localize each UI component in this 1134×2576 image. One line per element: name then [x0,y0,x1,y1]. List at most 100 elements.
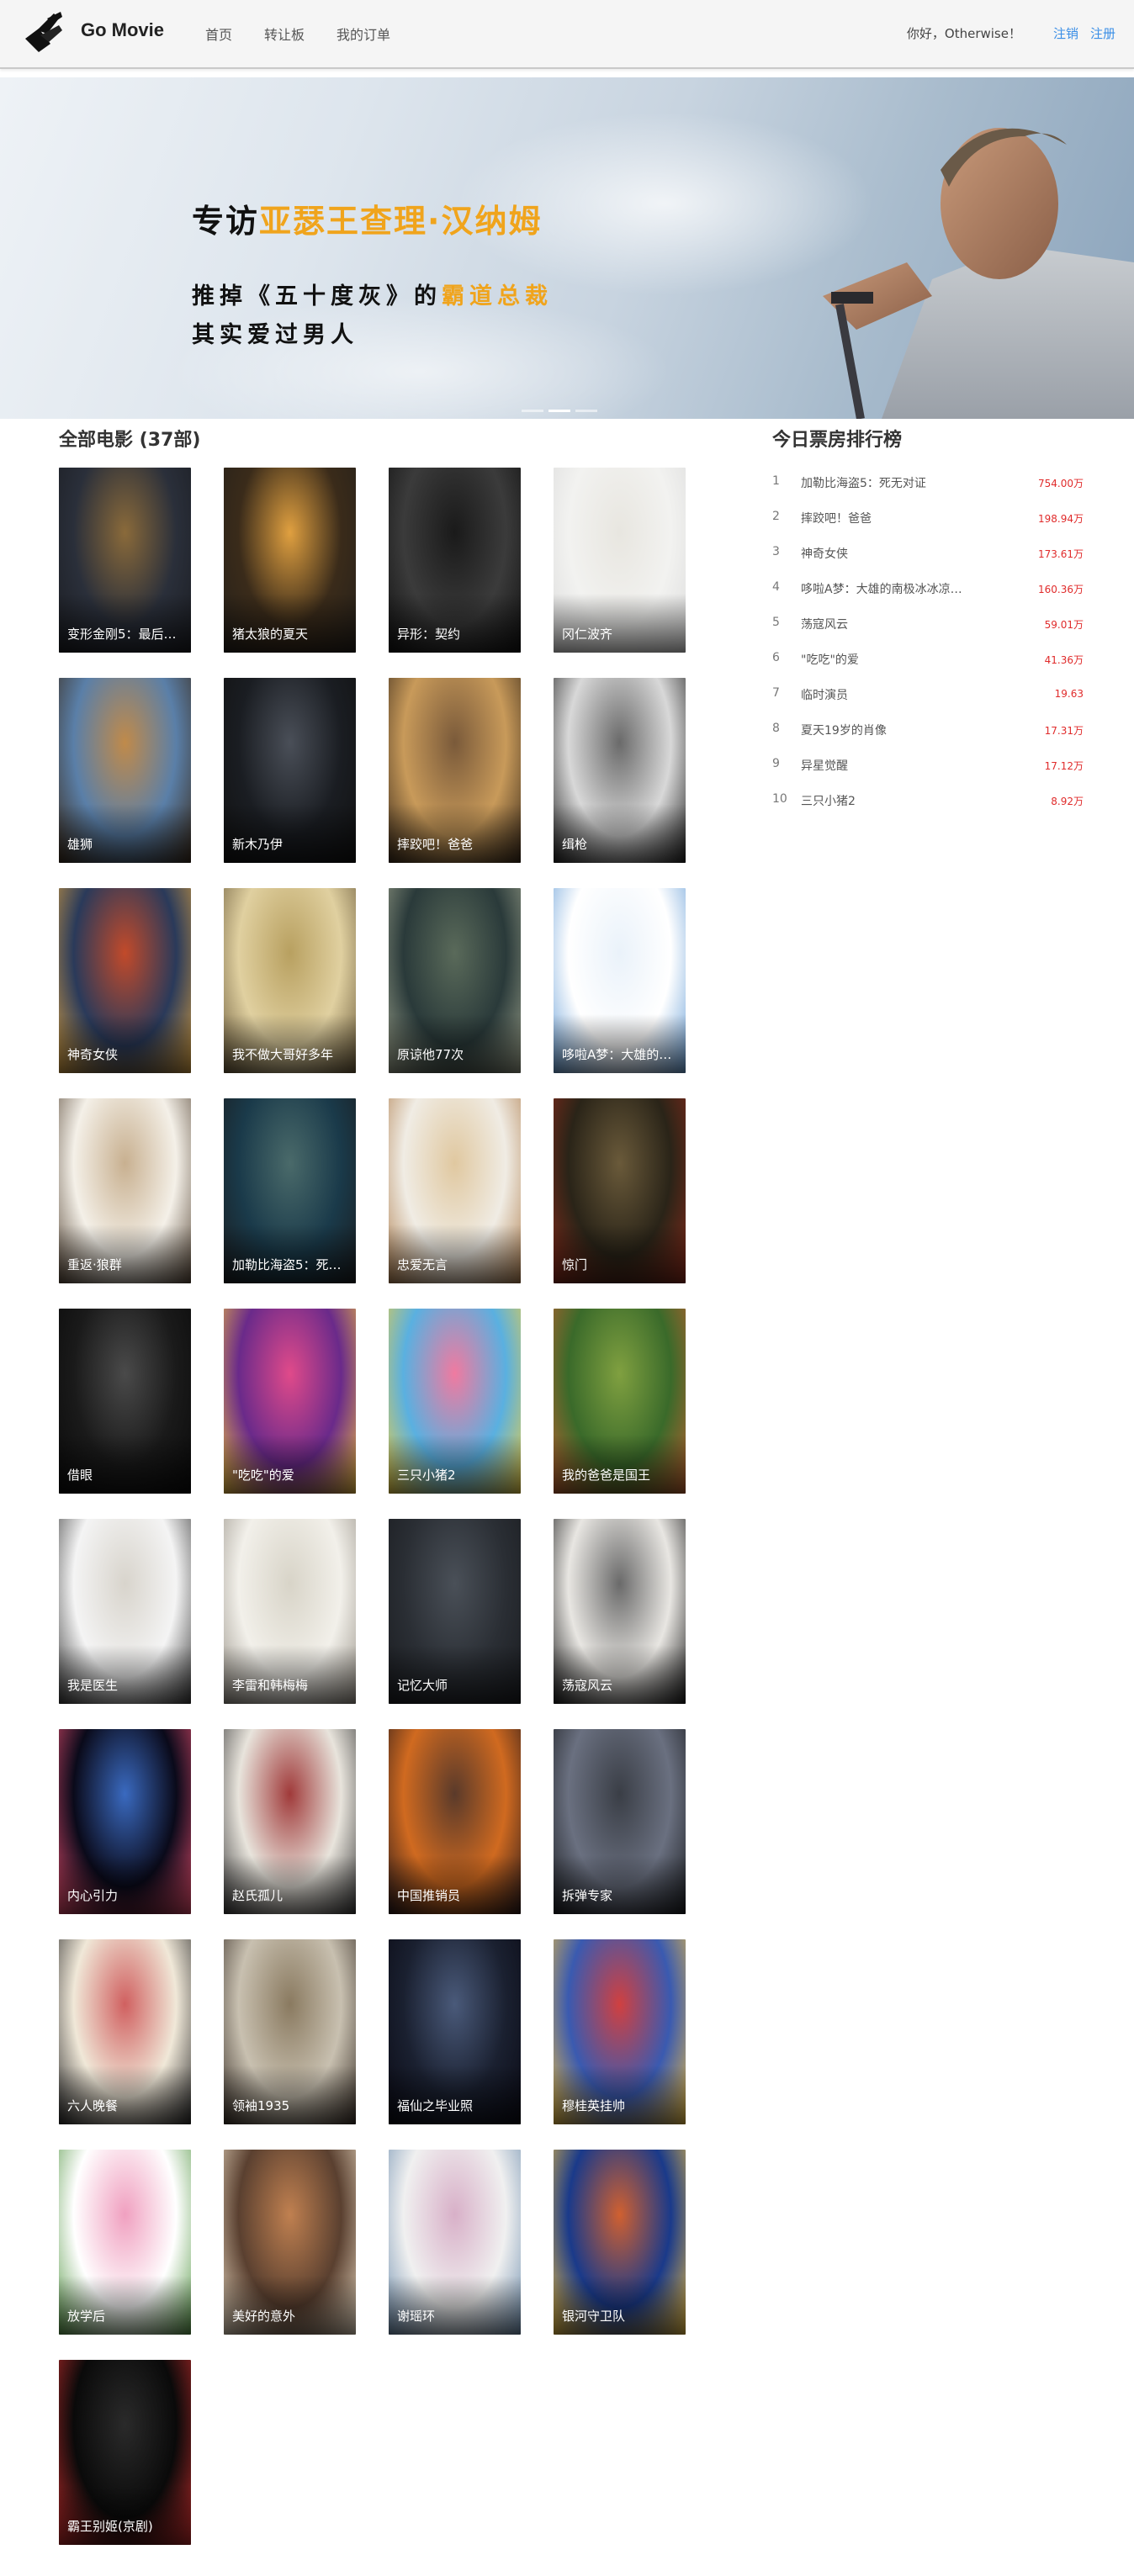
movie-card[interactable]: 霸王别姬(京剧) [59,2360,191,2545]
box-office-value: 41.36万 [1044,654,1084,666]
movie-card[interactable]: 摔跤吧！爸爸 [389,678,521,863]
movie-card[interactable]: 李雷和韩梅梅 [224,1519,356,1704]
movie-card[interactable]: 雄狮 [59,678,191,863]
ranking-row[interactable]: 4 哆啦A梦：大雄的南极冰冰凉大冒险 160.36万 [772,574,1084,609]
carousel-dot[interactable] [522,410,543,412]
movie-card[interactable]: 借眼 [59,1309,191,1494]
rank-number: 1 [772,474,780,488]
movie-card[interactable]: 谢瑶环 [389,2150,521,2335]
nav-home[interactable]: 首页 [205,24,232,44]
box-office-value: 160.36万 [1038,584,1084,595]
movie-card[interactable]: 重返·狼群 [59,1098,191,1283]
ranking-row[interactable]: 9 异星觉醒 17.12万 [772,750,1084,785]
ranking-row[interactable]: 6 "吃吃"的爱 41.36万 [772,644,1084,680]
movie-card[interactable]: 三只小猪2 [389,1309,521,1494]
movie-card[interactable]: 加勒比海盗5：死无对证 [224,1098,356,1283]
nav-transfer-board[interactable]: 转让板 [264,24,305,44]
poster-overlay [224,1014,356,1073]
movie-card[interactable]: 原谅他77次 [389,888,521,1073]
poster-overlay [59,1225,191,1283]
movie-title: 福仙之毕业照 [397,2098,474,2113]
ranking-row[interactable]: 7 临时演员 19.63 [772,680,1084,715]
movie-card[interactable]: 拆弹专家 [554,1729,686,1914]
movie-card[interactable]: 六人晚餐 [59,1939,191,2124]
movie-card[interactable]: 荡寇风云 [554,1519,686,1704]
movie-title: 美好的意外 [232,2309,296,2324]
logout-link[interactable]: 注销 [1053,24,1078,42]
nav-my-orders[interactable]: 我的订单 [336,24,390,44]
movie-card[interactable]: 我不做大哥好多年 [224,888,356,1073]
movie-card[interactable]: 新木乃伊 [224,678,356,863]
poster-overlay [389,1225,521,1283]
movie-title: 摔跤吧！爸爸 [397,837,474,852]
ranking-movie-name[interactable]: 荡寇风云 [801,616,969,632]
movie-card[interactable]: 记忆大师 [389,1519,521,1704]
movie-card[interactable]: 领袖1935 [224,1939,356,2124]
movie-title: 雄狮 [67,837,93,852]
ranking-movie-name[interactable]: 临时演员 [801,686,969,703]
ranking-movie-name[interactable]: 夏天19岁的肖像 [801,722,969,738]
poster-overlay [554,594,686,653]
poster-overlay [554,2066,686,2124]
movie-card[interactable]: 异形：契约 [389,468,521,653]
box-office-value: 59.01万 [1044,619,1084,631]
movie-title: 忠爱无言 [397,1257,448,1272]
ranking-movie-name[interactable]: "吃吃"的爱 [801,651,969,668]
banner-headline: 专访亚瑟王查理·汉纳姆 [192,203,543,240]
poster-overlay [59,2276,191,2335]
movie-card[interactable]: 冈仁波齐 [554,468,686,653]
register-link[interactable]: 注册 [1090,24,1115,42]
movie-card[interactable]: 我是医生 [59,1519,191,1704]
movie-card[interactable]: 中国推销员 [389,1729,521,1914]
ranking-row[interactable]: 3 神奇女侠 173.61万 [772,538,1084,574]
movie-card[interactable]: 放学后 [59,2150,191,2335]
poster-overlay [224,594,356,653]
box-office-value: 17.12万 [1044,760,1084,772]
poster-overlay [389,1645,521,1704]
movie-title: 记忆大师 [397,1678,448,1693]
ranking-row[interactable]: 8 夏天19岁的肖像 17.31万 [772,715,1084,750]
ranking-movie-name[interactable]: 异星觉醒 [801,757,969,774]
ranking-movie-name[interactable]: 加勒比海盗5：死无对证 [801,474,969,491]
ranking-movie-name[interactable]: 摔跤吧！爸爸 [801,510,969,526]
box-office-value: 173.61万 [1038,548,1084,560]
movie-card[interactable]: 内心引力 [59,1729,191,1914]
poster-overlay [59,594,191,653]
movie-card[interactable]: 银河守卫队 [554,2150,686,2335]
movie-card[interactable]: 穆桂英挂帅 [554,1939,686,2124]
movie-card[interactable]: 变形金刚5：最后的骑士 [59,468,191,653]
movie-card[interactable]: 忠爱无言 [389,1098,521,1283]
carousel-dot[interactable] [548,410,570,412]
poster-overlay [59,2486,191,2545]
movie-card[interactable]: "吃吃"的爱 [224,1309,356,1494]
poster-overlay [389,2066,521,2124]
poster-overlay [389,1014,521,1073]
ranking-row[interactable]: 2 摔跤吧！爸爸 198.94万 [772,503,1084,538]
ranking-movie-name[interactable]: 三只小猪2 [801,792,969,809]
ranking-movie-name[interactable]: 神奇女侠 [801,545,969,562]
poster-overlay [224,1645,356,1704]
logo-icon[interactable] [22,10,66,54]
ranking-row[interactable]: 5 荡寇风云 59.01万 [772,609,1084,644]
movie-card[interactable]: 猪太狼的夏天 [224,468,356,653]
poster-overlay [389,1435,521,1494]
movie-card[interactable]: 神奇女侠 [59,888,191,1073]
poster-overlay [224,804,356,863]
hero-banner[interactable]: 专访亚瑟王查理·汉纳姆 推掉《五十度灰》的霸道总裁 其实爱过男人 [0,77,1134,419]
box-office-value: 17.31万 [1044,725,1084,737]
brand-name[interactable]: Go Movie [81,19,164,41]
movie-card[interactable]: 哆啦A梦：大雄的南极冰冰凉大冒险 [554,888,686,1073]
movie-card[interactable]: 我的爸爸是国王 [554,1309,686,1494]
ranking-movie-name[interactable]: 哆啦A梦：大雄的南极冰冰凉大冒险 [801,580,969,597]
movie-card[interactable]: 缉枪 [554,678,686,863]
ranking-row[interactable]: 1 加勒比海盗5：死无对证 754.00万 [772,468,1084,503]
movie-card[interactable]: 美好的意外 [224,2150,356,2335]
movie-card[interactable]: 福仙之毕业照 [389,1939,521,2124]
carousel-dot[interactable] [575,410,597,412]
movie-card[interactable]: 赵氏孤儿 [224,1729,356,1914]
banner-subline-1: 推掉《五十度灰》的霸道总裁 [192,283,553,309]
poster-overlay [554,1435,686,1494]
movie-card[interactable]: 惊门 [554,1098,686,1283]
movie-title: 银河守卫队 [562,2309,626,2324]
ranking-row[interactable]: 10 三只小猪2 8.92万 [772,785,1084,821]
